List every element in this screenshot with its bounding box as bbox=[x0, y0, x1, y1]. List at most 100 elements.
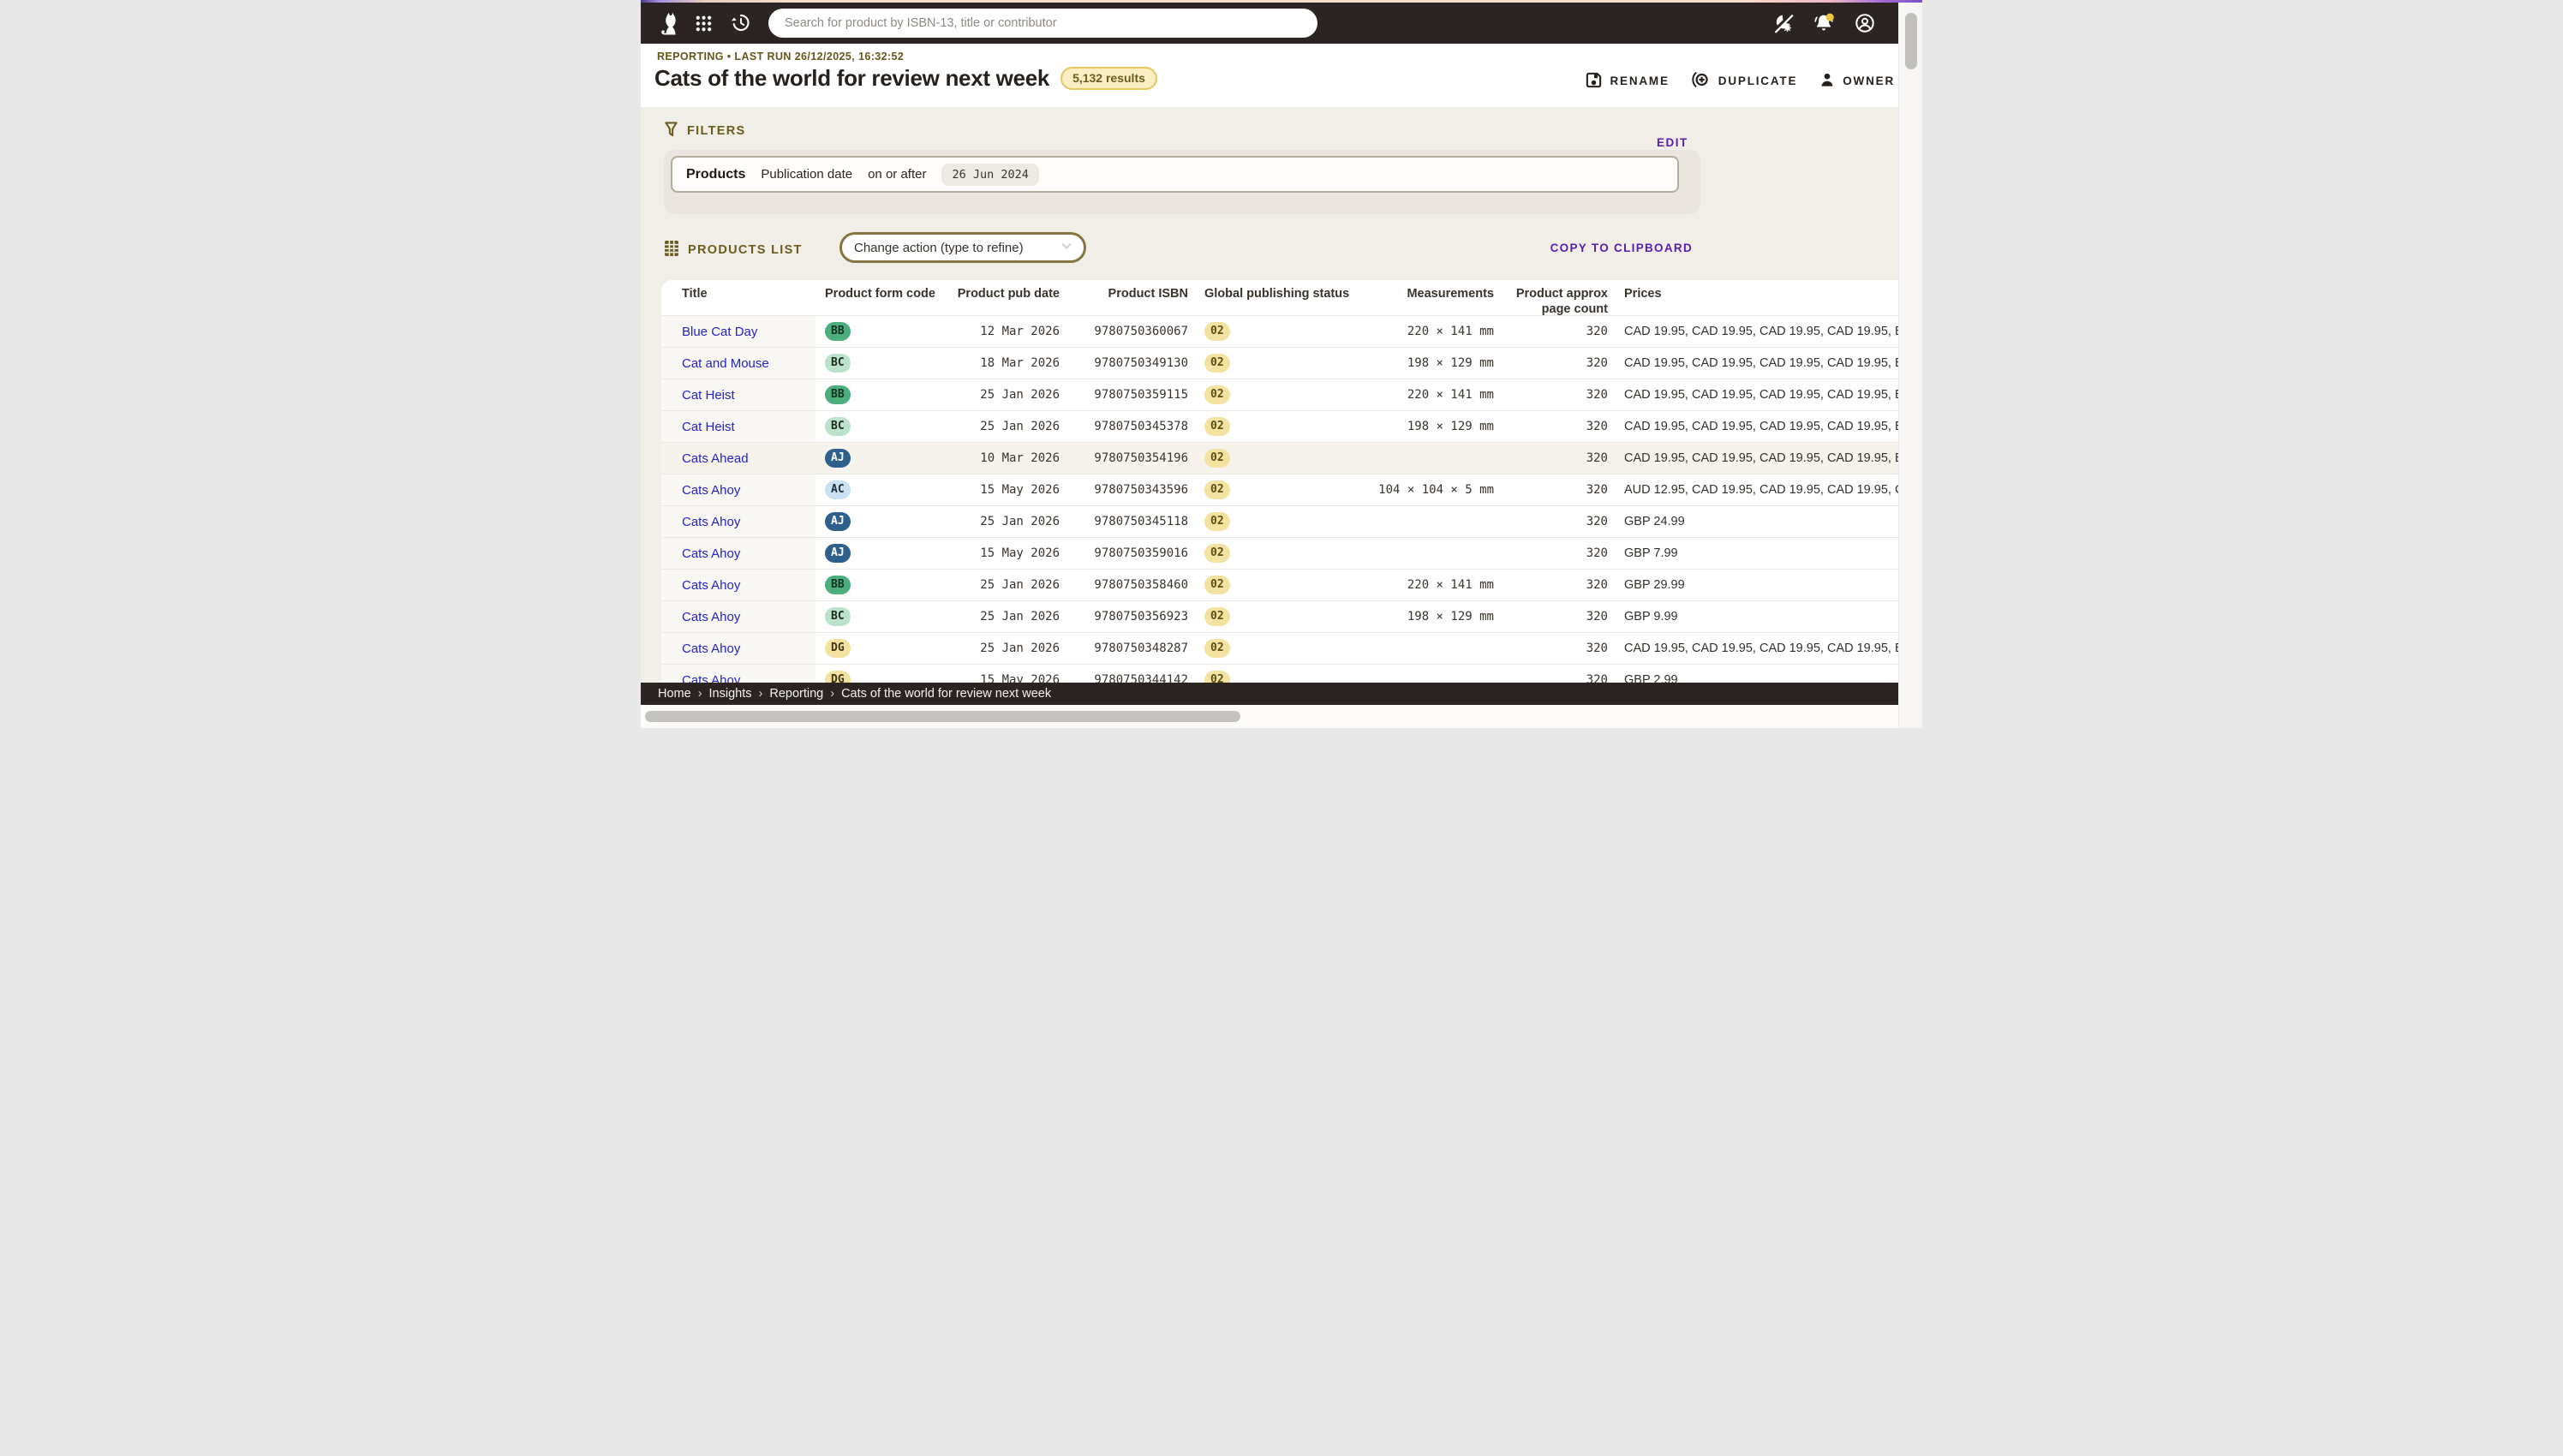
cell-isbn: 9780750345378 bbox=[1064, 420, 1192, 433]
cell-status: 02 bbox=[1192, 385, 1373, 404]
edit-filters-link[interactable]: EDIT bbox=[1657, 136, 1688, 149]
cell-form-code: AJ bbox=[816, 544, 953, 563]
product-title-link[interactable]: Cat Heist bbox=[682, 420, 735, 434]
cell-status: 02 bbox=[1192, 322, 1373, 341]
filters-label: FILTERS bbox=[687, 124, 745, 138]
cell-page-count: 320 bbox=[1498, 388, 1612, 402]
apps-grid-icon[interactable] bbox=[694, 14, 714, 33]
cell-page-count: 320 bbox=[1498, 451, 1612, 465]
status-badge: 02 bbox=[1204, 449, 1230, 468]
breadcrumb-link[interactable]: Reporting bbox=[769, 687, 823, 701]
cell-prices: GBP 29.99 bbox=[1612, 578, 1898, 592]
duplicate-icon bbox=[1691, 69, 1712, 92]
product-title-link[interactable]: Cats Ahead bbox=[682, 451, 749, 466]
cell-pub-date: 15 May 2026 bbox=[953, 483, 1064, 497]
cell-title: Cats Ahoy bbox=[661, 570, 816, 600]
horizontal-scrollbar-track bbox=[641, 705, 1898, 728]
product-title-link[interactable]: Cat and Mouse bbox=[682, 356, 769, 371]
cell-page-count: 320 bbox=[1498, 673, 1612, 683]
account-circle-icon[interactable] bbox=[1854, 12, 1876, 34]
cell-measurements: 220 × 141 mm bbox=[1373, 388, 1498, 402]
cell-isbn: 9780750343596 bbox=[1064, 483, 1192, 497]
product-title-link[interactable]: Blue Cat Day bbox=[682, 325, 757, 339]
status-badge: 02 bbox=[1204, 417, 1230, 436]
change-action-select[interactable]: Change action (type to refine) bbox=[839, 232, 1086, 263]
cell-isbn: 9780750360067 bbox=[1064, 325, 1192, 338]
cell-pub-date: 15 May 2026 bbox=[953, 673, 1064, 683]
form-code-badge: AJ bbox=[825, 544, 851, 563]
products-table-body: Blue Cat DayBB12 Mar 2026978075036006702… bbox=[661, 315, 1898, 683]
history-icon[interactable] bbox=[730, 12, 752, 34]
owner-button[interactable]: OWNER bbox=[1819, 71, 1895, 91]
theme-toggle-icon[interactable] bbox=[1772, 12, 1795, 34]
breadcrumb-link[interactable]: Insights bbox=[709, 687, 752, 701]
filter-field: Publication date bbox=[761, 167, 852, 182]
cell-pub-date: 18 Mar 2026 bbox=[953, 356, 1064, 370]
cell-pub-date: 25 Jan 2026 bbox=[953, 420, 1064, 433]
notification-bell-icon[interactable] bbox=[1813, 12, 1836, 35]
form-code-badge: BC bbox=[825, 417, 851, 436]
cell-page-count: 320 bbox=[1498, 420, 1612, 433]
cell-form-code: AJ bbox=[816, 449, 953, 468]
duplicate-button[interactable]: DUPLICATE bbox=[1691, 69, 1797, 92]
cell-pub-date: 10 Mar 2026 bbox=[953, 451, 1064, 465]
products-list-label: PRODUCTS LIST bbox=[688, 243, 803, 257]
cell-status: 02 bbox=[1192, 544, 1373, 563]
status-badge: 02 bbox=[1204, 639, 1230, 658]
cell-measurements: 220 × 141 mm bbox=[1373, 578, 1498, 592]
products-list-header: PRODUCTS LIST Change action (type to ref… bbox=[664, 232, 1703, 263]
product-title-link[interactable]: Cats Ahoy bbox=[682, 515, 740, 529]
cell-prices: CAD 19.95, CAD 19.95, CAD 19.95, CAD 19.… bbox=[1612, 388, 1898, 402]
horizontal-scrollbar-thumb[interactable] bbox=[645, 711, 1240, 722]
cell-status: 02 bbox=[1192, 480, 1373, 499]
cell-title: Cats Ahoy bbox=[661, 506, 816, 537]
cell-status: 02 bbox=[1192, 417, 1373, 436]
table-row: Cat and MouseBC18 Mar 202697807503491300… bbox=[661, 347, 1898, 379]
cell-form-code: BB bbox=[816, 385, 953, 404]
cell-status: 02 bbox=[1192, 639, 1373, 658]
column-header-form-code: Product form code bbox=[816, 280, 953, 315]
rename-button[interactable]: RENAME bbox=[1585, 71, 1669, 92]
filter-rule[interactable]: Products Publication date on or after 26… bbox=[671, 156, 1679, 193]
breadcrumb-link[interactable]: Home bbox=[658, 687, 691, 701]
cell-status: 02 bbox=[1192, 512, 1373, 531]
cell-status: 02 bbox=[1192, 607, 1373, 626]
table-header-row: Title Product form code Product pub date… bbox=[661, 280, 1898, 315]
cell-pub-date: 25 Jan 2026 bbox=[953, 610, 1064, 624]
breadcrumb-current: Cats of the world for review next week bbox=[841, 687, 1051, 701]
product-title-link[interactable]: Cats Ahoy bbox=[682, 673, 740, 683]
cell-form-code: BC bbox=[816, 417, 953, 436]
product-title-link[interactable]: Cat Heist bbox=[682, 388, 735, 403]
table-row: Cats AhoyBC25 Jan 2026978075035692302198… bbox=[661, 600, 1898, 632]
form-code-badge: BB bbox=[825, 576, 851, 594]
main-content: FILTERS EDIT Products Publication date o… bbox=[641, 107, 1898, 683]
cell-page-count: 320 bbox=[1498, 515, 1612, 528]
cell-prices: CAD 19.95, CAD 19.95, CAD 19.95, CAD 19.… bbox=[1612, 420, 1898, 433]
cell-page-count: 320 bbox=[1498, 641, 1612, 655]
cell-measurements: 104 × 104 × 5 mm bbox=[1373, 483, 1498, 497]
app-logo-cat-icon[interactable] bbox=[659, 11, 679, 36]
status-badge: 02 bbox=[1204, 512, 1230, 531]
product-title-link[interactable]: Cats Ahoy bbox=[682, 546, 740, 561]
save-icon bbox=[1585, 71, 1603, 92]
vertical-scrollbar-thumb[interactable] bbox=[1905, 13, 1917, 69]
product-title-link[interactable]: Cats Ahoy bbox=[682, 578, 740, 593]
cell-status: 02 bbox=[1192, 449, 1373, 468]
cell-pub-date: 25 Jan 2026 bbox=[953, 578, 1064, 592]
cell-form-code: AC bbox=[816, 480, 953, 499]
column-header-isbn: Product ISBN bbox=[1064, 280, 1192, 315]
product-title-link[interactable]: Cats Ahoy bbox=[682, 610, 740, 624]
product-title-link[interactable]: Cats Ahoy bbox=[682, 483, 740, 498]
cell-isbn: 9780750344142 bbox=[1064, 673, 1192, 683]
cell-form-code: BC bbox=[816, 354, 953, 373]
product-title-link[interactable]: Cats Ahoy bbox=[682, 641, 740, 656]
cell-measurements: 198 × 129 mm bbox=[1373, 610, 1498, 624]
cell-prices: CAD 19.95, CAD 19.95, CAD 19.95, CAD 19.… bbox=[1612, 641, 1898, 655]
cell-measurements: 198 × 129 mm bbox=[1373, 356, 1498, 370]
cell-page-count: 320 bbox=[1498, 356, 1612, 370]
table-row: Cats AhoyBB25 Jan 2026978075035846002220… bbox=[661, 569, 1898, 600]
search-input[interactable] bbox=[768, 9, 1317, 38]
cell-page-count: 320 bbox=[1498, 325, 1612, 338]
cell-prices: CAD 19.95, CAD 19.95, CAD 19.95, CAD 19.… bbox=[1612, 325, 1898, 338]
copy-to-clipboard-link[interactable]: COPY TO CLIPBOARD bbox=[1550, 242, 1693, 254]
